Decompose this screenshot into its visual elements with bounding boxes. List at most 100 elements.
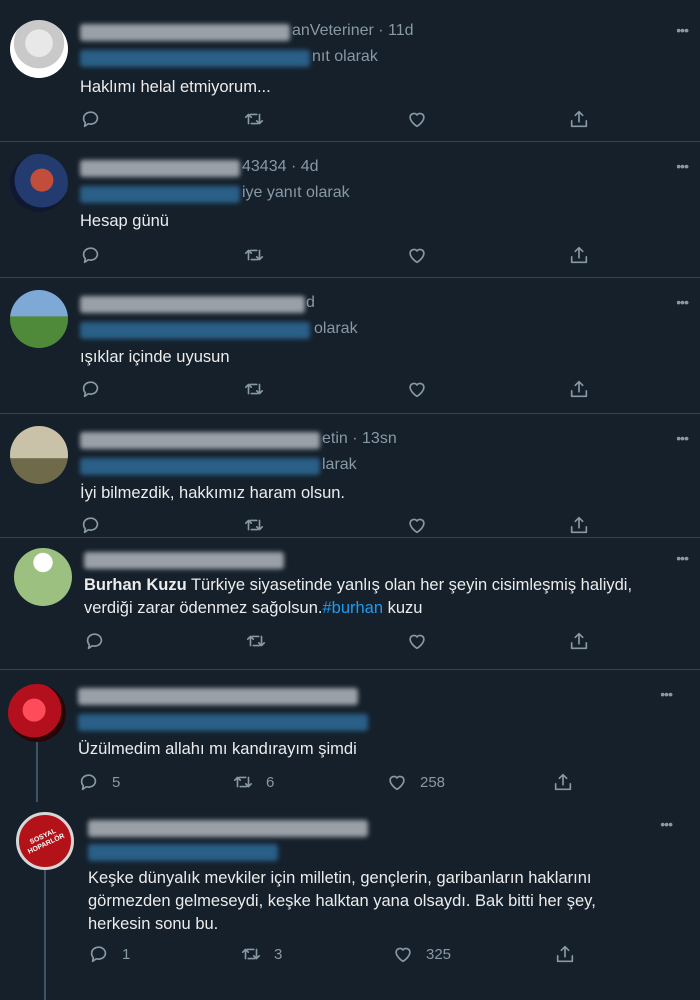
share-icon: [552, 771, 574, 793]
redacted-username: [80, 296, 305, 313]
tweet-text: Üzülmedim allahı mı kandırayım şimdi: [78, 740, 357, 758]
reply-icon: [80, 108, 102, 130]
tweet-text-line: Keşke dünyalık mevkiler için milletin, g…: [88, 869, 592, 887]
hashtag-link[interactable]: #burhan: [322, 599, 383, 617]
like-button[interactable]: [406, 244, 428, 266]
more-options-icon[interactable]: •••: [660, 686, 673, 702]
retweet-icon: [243, 378, 265, 400]
share-icon: [568, 378, 590, 400]
reply-icon: [80, 378, 102, 400]
tweet-text-line: herkesin sonu bu.: [88, 915, 219, 933]
retweet-count: 3: [274, 945, 283, 963]
retweet-icon: [232, 771, 254, 793]
heart-icon: [406, 244, 428, 266]
tweet-text-part: Türkiye siyasetinde yanlış olan her şeyi…: [186, 576, 633, 594]
tweet-text-line: görmezden gelmeseydi, keşke halktan yana…: [88, 892, 596, 910]
retweet-button[interactable]: [243, 514, 265, 536]
like-button[interactable]: [406, 108, 428, 130]
tweet-meta: 43434 · 4d: [242, 158, 319, 175]
tweet[interactable]: etin · 13sn larak ••• İyi bilmezdik, hak…: [0, 414, 700, 538]
avatar[interactable]: [10, 290, 68, 348]
tweet[interactable]: ••• Üzülmedim allahı mı kandırayım şimdi…: [0, 670, 700, 802]
reply-count: 1: [122, 945, 131, 963]
like-button[interactable]: 258: [386, 771, 445, 793]
share-button[interactable]: [568, 630, 590, 652]
tweet[interactable]: SOSYAL HOPARLÖR ••• Keşke dünyalık mevki…: [0, 802, 700, 1000]
tweet[interactable]: ••• Burhan Kuzu Türkiye siyasetinde yanl…: [0, 538, 700, 670]
reply-icon: [80, 244, 102, 266]
retweet-button[interactable]: 3: [240, 943, 282, 965]
reply-icon: [78, 771, 100, 793]
heart-icon: [386, 771, 408, 793]
avatar[interactable]: [10, 154, 68, 212]
share-button[interactable]: [568, 108, 590, 130]
reply-button[interactable]: [80, 108, 102, 130]
tweet-text: İyi bilmezdik, hakkımız haram olsun.: [80, 484, 346, 502]
heart-icon: [406, 514, 428, 536]
retweet-icon: [240, 943, 262, 965]
avatar[interactable]: [10, 20, 68, 78]
redacted-username: [88, 820, 368, 837]
more-options-icon[interactable]: •••: [676, 430, 689, 446]
avatar[interactable]: [10, 426, 68, 484]
share-button[interactable]: [568, 378, 590, 400]
retweet-button[interactable]: [243, 108, 265, 130]
reply-context: olarak: [314, 320, 358, 337]
reply-button[interactable]: [84, 630, 106, 652]
like-button[interactable]: [406, 514, 428, 536]
retweet-icon: [243, 108, 265, 130]
more-options-icon[interactable]: •••: [660, 816, 673, 832]
more-options-icon[interactable]: •••: [676, 294, 689, 310]
retweet-icon: [243, 244, 265, 266]
share-button[interactable]: [552, 771, 574, 793]
retweet-button[interactable]: [243, 378, 265, 400]
reply-button[interactable]: [80, 514, 102, 536]
tweet[interactable]: d olarak ••• ışıklar içinde uyusun: [0, 278, 700, 414]
thread-line: [44, 870, 46, 1000]
avatar[interactable]: SOSYAL HOPARLÖR: [16, 812, 74, 870]
mention-link[interactable]: Burhan Kuzu: [84, 576, 187, 594]
tweet-text: Burhan Kuzu Türkiye siyasetinde yanlış o…: [84, 574, 632, 620]
retweet-count: 6: [266, 773, 275, 791]
redacted-username: [78, 688, 358, 705]
avatar-logo-text: SOSYAL HOPARLÖR: [27, 827, 66, 856]
heart-icon: [406, 378, 428, 400]
like-button[interactable]: 325: [392, 943, 451, 965]
retweet-icon: [243, 514, 265, 536]
retweet-button[interactable]: [243, 244, 265, 266]
like-button[interactable]: [406, 630, 428, 652]
heart-icon: [406, 108, 428, 130]
tweet-meta: d: [306, 294, 315, 311]
tweet-text-part: kuzu: [383, 599, 423, 617]
redacted-handle: [88, 844, 278, 861]
reply-button[interactable]: 1: [88, 943, 130, 965]
retweet-button[interactable]: 6: [232, 771, 274, 793]
share-icon: [568, 514, 590, 536]
tweet[interactable]: 43434 · 4d iye yanıt olarak ••• Hesap gü…: [0, 142, 700, 278]
redacted-username: [84, 552, 284, 569]
tweet[interactable]: anVeteriner · 11d nıt olarak ••• Haklımı…: [0, 0, 700, 142]
more-options-icon[interactable]: •••: [676, 158, 689, 174]
like-button[interactable]: [406, 378, 428, 400]
redacted-username: [80, 432, 320, 449]
reply-button[interactable]: [80, 378, 102, 400]
retweet-icon: [245, 630, 267, 652]
share-button[interactable]: [554, 943, 576, 965]
more-options-icon[interactable]: •••: [676, 22, 689, 38]
reply-button[interactable]: [80, 244, 102, 266]
reply-context: larak: [322, 456, 357, 473]
share-button[interactable]: [568, 514, 590, 536]
more-options-icon[interactable]: •••: [676, 550, 689, 566]
avatar[interactable]: [8, 684, 66, 742]
tweet-meta: anVeteriner · 11d: [292, 22, 414, 39]
reply-button[interactable]: 5: [78, 771, 120, 793]
retweet-button[interactable]: [245, 630, 267, 652]
share-icon: [568, 108, 590, 130]
avatar[interactable]: [14, 548, 72, 606]
reply-context: iye yanıt olarak: [242, 184, 350, 201]
tweet-text-part: verdiği zarar ödenmez sağolsun.: [84, 599, 323, 617]
heart-icon: [406, 630, 428, 652]
heart-icon: [392, 943, 414, 965]
reply-context: nıt olarak: [312, 48, 378, 65]
share-button[interactable]: [568, 244, 590, 266]
